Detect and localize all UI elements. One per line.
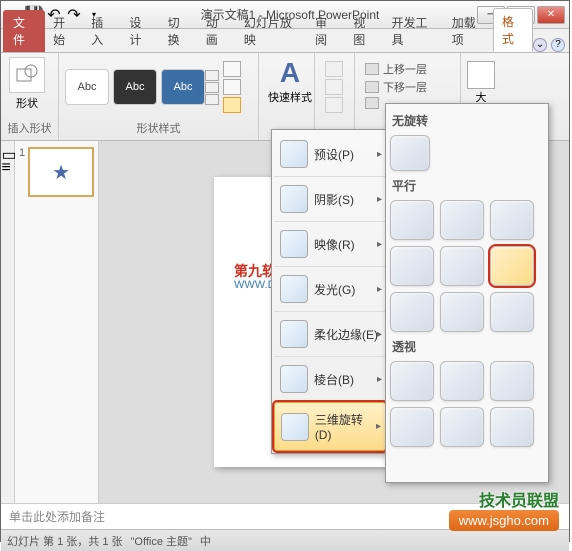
rotation-preset-perspective-5[interactable] xyxy=(440,407,484,447)
rotation-gallery-panel: 无旋转 平行 透视 xyxy=(385,103,549,483)
rotation-preset-parallel-1[interactable] xyxy=(390,200,434,240)
style-preset-2[interactable]: Abc xyxy=(113,69,157,105)
slides-view-icon[interactable]: ▭ xyxy=(2,145,14,157)
bevel-menu-item[interactable]: 棱台(B)▸ xyxy=(274,357,386,402)
close-button[interactable]: ✕ xyxy=(537,6,565,24)
quick-styles-button[interactable]: A 快速样式 xyxy=(265,57,315,105)
tab-animations[interactable]: 动画 xyxy=(198,10,236,52)
shape-fill-button[interactable] xyxy=(223,61,241,77)
rotation-preset-parallel-2[interactable] xyxy=(440,200,484,240)
thumbnail-panel[interactable]: 1 ★ xyxy=(15,141,99,503)
no-rotation-label: 无旋转 xyxy=(392,112,544,129)
parallel-label: 平行 xyxy=(392,177,544,194)
shape-effects-menu: 预设(P)▸ 阴影(S)▸ 映像(R)▸ 发光(G)▸ 柔化边缘(E)▸ 棱台(… xyxy=(271,129,389,454)
rotation-preset-perspective-4[interactable] xyxy=(390,407,434,447)
shadow-menu-item[interactable]: 阴影(S)▸ xyxy=(274,177,386,222)
rotation-preset-parallel-4[interactable] xyxy=(390,246,434,286)
shape-styles-group-label: 形状样式 xyxy=(65,118,252,136)
language-indicator[interactable]: 中 xyxy=(200,533,211,549)
help-icon[interactable]: ? xyxy=(551,38,565,52)
shapes-button[interactable]: 形状 xyxy=(7,57,47,111)
tab-review[interactable]: 审阅 xyxy=(307,10,345,52)
send-backward-button[interactable]: 下移一层 xyxy=(365,79,450,95)
slide-thumbnail-1[interactable]: ★ xyxy=(28,147,94,197)
rotation3d-menu-item[interactable]: 三维旋转(D)▸ xyxy=(274,402,386,451)
text-effects-icon[interactable] xyxy=(325,97,343,113)
tab-transitions[interactable]: 切换 xyxy=(160,10,198,52)
tab-format[interactable]: 格式 xyxy=(493,8,533,52)
preset-menu-item[interactable]: 预设(P)▸ xyxy=(274,132,386,177)
wordart-icon: A xyxy=(280,57,300,89)
tab-view[interactable]: 视图 xyxy=(345,10,383,52)
ribbon-collapse-icon[interactable]: ⌄ xyxy=(533,38,547,52)
size-group[interactable]: 大 xyxy=(467,57,495,109)
rotation-preset-parallel-9[interactable] xyxy=(490,292,534,332)
tab-developer[interactable]: 开发工具 xyxy=(383,10,443,52)
shapes-label: 形状 xyxy=(16,95,38,111)
gallery-more-button[interactable] xyxy=(205,70,219,105)
rotation-preset-perspective-1[interactable] xyxy=(390,361,434,401)
style-preset-3[interactable]: Abc xyxy=(161,69,205,105)
rotation-preset-perspective-6[interactable] xyxy=(490,407,534,447)
tab-home[interactable]: 开始 xyxy=(45,10,83,52)
slide-indicator: 幻灯片 第 1 张，共 1 张 xyxy=(7,533,123,549)
rotation-preset-parallel-3[interactable] xyxy=(490,200,534,240)
bring-forward-button[interactable]: 上移一层 xyxy=(365,61,450,77)
text-outline-icon[interactable] xyxy=(325,79,343,95)
style-preset-1[interactable]: Abc xyxy=(65,69,109,105)
rotation-preset-parallel-8[interactable] xyxy=(440,292,484,332)
rotation-preset-perspective-3[interactable] xyxy=(490,361,534,401)
tab-addins[interactable]: 加载项 xyxy=(444,10,493,52)
outline-view-icon[interactable]: ≡ xyxy=(2,159,14,171)
footer-url: www.jsgho.com xyxy=(449,510,559,531)
rotation-preset-perspective-2[interactable] xyxy=(440,361,484,401)
rotation-preset-parallel-5[interactable] xyxy=(440,246,484,286)
file-tab[interactable]: 文件 xyxy=(3,10,45,52)
shape-effects-button[interactable] xyxy=(223,97,241,113)
glow-menu-item[interactable]: 发光(G)▸ xyxy=(274,267,386,312)
tab-slideshow[interactable]: 幻灯片放映 xyxy=(236,10,307,52)
tab-design[interactable]: 设计 xyxy=(121,10,159,52)
insert-shapes-group-label: 插入形状 xyxy=(7,118,52,136)
theme-indicator: "Office 主题" xyxy=(131,533,192,549)
rotation-preset-parallel-6[interactable] xyxy=(490,246,534,286)
shape-style-gallery[interactable]: Abc Abc Abc xyxy=(65,69,205,105)
footer-brand: 技术员联盟 xyxy=(479,487,559,511)
text-fill-icon[interactable] xyxy=(325,61,343,77)
slide-number: 1 xyxy=(19,147,25,197)
reflection-menu-item[interactable]: 映像(R)▸ xyxy=(274,222,386,267)
rotation-preset-none[interactable] xyxy=(390,135,430,171)
tab-insert[interactable]: 插入 xyxy=(83,10,121,52)
rotation-preset-parallel-7[interactable] xyxy=(390,292,434,332)
softedge-menu-item[interactable]: 柔化边缘(E)▸ xyxy=(274,312,386,357)
perspective-label: 透视 xyxy=(392,338,544,355)
shape-outline-button[interactable] xyxy=(223,79,241,95)
